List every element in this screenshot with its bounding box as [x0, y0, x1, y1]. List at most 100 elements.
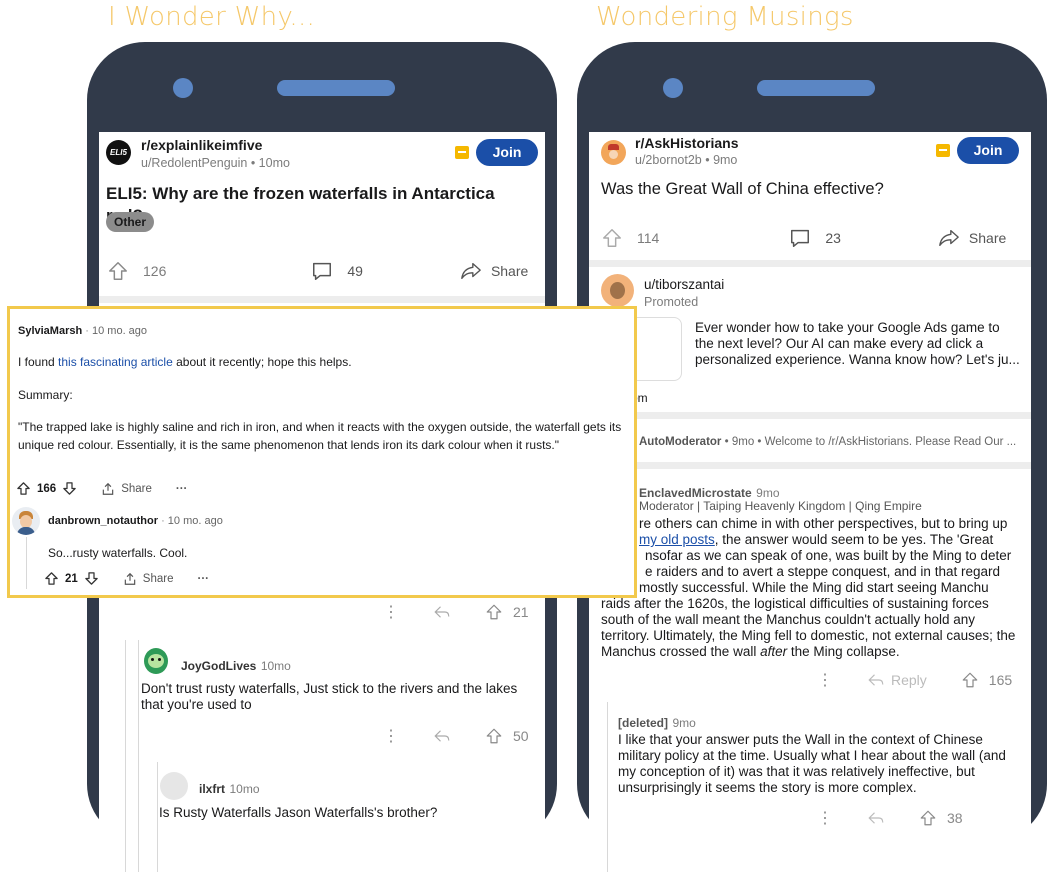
answer-text: the Ming collapse.: [790, 644, 900, 659]
save-icon[interactable]: [936, 144, 950, 157]
subreddit-name[interactable]: r/AskHistorians: [635, 135, 738, 151]
thread-line: [138, 640, 139, 872]
thread-line: [607, 702, 608, 872]
comment-score: 50: [513, 728, 529, 744]
comment-body: I like that your answer puts the Wall in…: [618, 732, 1006, 795]
highlighted-comment-card: SylviaMarsh · 10 mo. ago I found this fa…: [7, 306, 637, 598]
comment-age: 10 mo. ago: [92, 325, 148, 337]
post-flair[interactable]: Other: [106, 212, 155, 232]
summary-label: Summary:: [18, 388, 73, 402]
comment-username[interactable]: [deleted]: [618, 716, 668, 730]
comment-age: 10mo: [260, 659, 291, 673]
left-caption: I Wonder Why...: [108, 2, 316, 32]
comment-age: 10mo: [229, 782, 260, 796]
subreddit-avatar[interactable]: [601, 140, 626, 165]
automod-comment[interactable]: AutoModerator • 9mo • Welcome to /r/AskH…: [639, 436, 1031, 448]
share-icon[interactable]: [937, 227, 961, 249]
save-icon[interactable]: [455, 146, 469, 159]
subreddit-avatar[interactable]: ELI5: [106, 140, 131, 165]
comment-quote: "The trapped lake is highly saline and r…: [18, 420, 622, 452]
camera-dot: [663, 78, 683, 98]
old-posts-link[interactable]: my old posts: [639, 532, 715, 547]
user-avatar[interactable]: [144, 648, 168, 674]
share-icon[interactable]: [123, 572, 137, 586]
share-label[interactable]: Share: [491, 263, 528, 279]
upvote-icon[interactable]: [44, 571, 59, 586]
comment-actions: 166 Share ···: [16, 481, 187, 496]
upvote-icon[interactable]: [107, 260, 129, 282]
more-options-icon[interactable]: ···: [176, 483, 188, 495]
comment-header: SylviaMarsh · 10 mo. ago: [18, 325, 148, 337]
divider: [589, 260, 1031, 267]
reply-icon[interactable]: [433, 604, 451, 620]
post-title[interactable]: ELI5: Why are the frozen waterfalls in A…: [106, 183, 536, 227]
promoted-label: Promoted: [644, 295, 699, 309]
comment-score: 166: [37, 482, 57, 495]
upvote-icon[interactable]: [919, 809, 937, 827]
comment-score: 21: [65, 572, 78, 585]
comment-actions: ⋮ 38: [817, 808, 963, 828]
share-label[interactable]: Share: [143, 573, 174, 585]
comment-username[interactable]: SylviaMarsh: [18, 325, 82, 337]
more-options-icon[interactable]: ⋮: [383, 726, 399, 746]
downvote-icon[interactable]: [84, 571, 99, 586]
user-avatar[interactable]: [160, 772, 188, 800]
right-caption: Wondering Musings: [596, 2, 854, 32]
comment-body: re others can chime in with other perspe…: [601, 516, 1021, 660]
share-label[interactable]: Share: [121, 483, 152, 495]
post-meta: u/RedolentPenguin • 10mo: [141, 156, 290, 170]
subreddit-name[interactable]: r/explainlikeimfive: [141, 137, 262, 153]
answer-line: mostly successful. While the Ming did st…: [639, 580, 989, 595]
post-author[interactable]: u/RedolentPenguin: [141, 156, 247, 170]
comment-icon[interactable]: [789, 227, 811, 249]
upvote-icon[interactable]: [485, 603, 503, 621]
post-title[interactable]: Was the Great Wall of China effective?: [601, 178, 1021, 200]
answer-text: , the answer would seem to be yes. The '…: [714, 532, 994, 547]
answer-line: e raiders and to avert a steppe conquest…: [645, 564, 1000, 579]
comment-username[interactable]: AutoModerator: [639, 436, 721, 448]
article-link[interactable]: this fascinating article: [58, 355, 173, 369]
upvote-icon[interactable]: [16, 481, 31, 496]
post-author[interactable]: u/2bornot2b: [635, 153, 702, 167]
upvote-icon[interactable]: [601, 227, 623, 249]
share-icon[interactable]: [459, 260, 483, 282]
reply-icon[interactable]: [433, 728, 451, 744]
downvote-icon[interactable]: [62, 481, 77, 496]
share-label[interactable]: Share: [969, 230, 1006, 246]
join-button[interactable]: Join: [957, 137, 1019, 164]
reply-icon[interactable]: [867, 672, 885, 688]
more-options-icon[interactable]: ···: [197, 573, 209, 585]
comment-username[interactable]: EnclavedMicrostate: [639, 486, 752, 500]
comment-username[interactable]: JoyGodLives: [181, 659, 256, 673]
upvote-icon[interactable]: [961, 671, 979, 689]
more-options-icon[interactable]: ⋮: [817, 808, 833, 828]
user-avatar[interactable]: [12, 507, 40, 535]
comment-header: [deleted] 9mo: [618, 714, 696, 732]
comment-actions: ⋮ 21: [383, 602, 529, 622]
more-options-icon[interactable]: ⋮: [383, 602, 399, 622]
upvote-icon[interactable]: [485, 727, 503, 745]
comment-username[interactable]: ilxfrt: [199, 782, 225, 796]
answer-line: nsofar as we can speak of one, was built…: [645, 548, 1012, 563]
reply-icon[interactable]: [867, 810, 885, 826]
comment-age: 9mo: [672, 716, 696, 730]
automod-meta: • 9mo • Welcome to /r/AskHistorians. Ple…: [724, 436, 1017, 448]
ad-body[interactable]: Ever wonder how to take your Google Ads …: [695, 320, 1021, 368]
speaker-slot: [277, 80, 395, 96]
comment-username[interactable]: danbrown_notauthor: [48, 515, 158, 527]
reply-label[interactable]: Reply: [891, 672, 927, 688]
comment-actions: ⋮ 50: [383, 726, 529, 746]
comment-header: ilxfrt 10mo: [199, 780, 260, 798]
comment-actions: 21 Share ···: [44, 571, 209, 586]
divider: [99, 296, 545, 303]
more-options-icon[interactable]: ⋮: [817, 670, 833, 690]
share-icon[interactable]: [101, 482, 115, 496]
advertiser-name[interactable]: u/tiborszantai: [644, 277, 724, 292]
comment-header: danbrown_notauthor · 10 mo. ago: [48, 515, 223, 527]
advertiser-avatar[interactable]: [601, 274, 634, 307]
thread-line: [26, 537, 27, 589]
answer-line: re others can chime in with other perspe…: [639, 516, 1008, 531]
upvote-count: 126: [143, 263, 167, 279]
join-button[interactable]: Join: [476, 139, 538, 166]
comment-icon[interactable]: [311, 260, 333, 282]
